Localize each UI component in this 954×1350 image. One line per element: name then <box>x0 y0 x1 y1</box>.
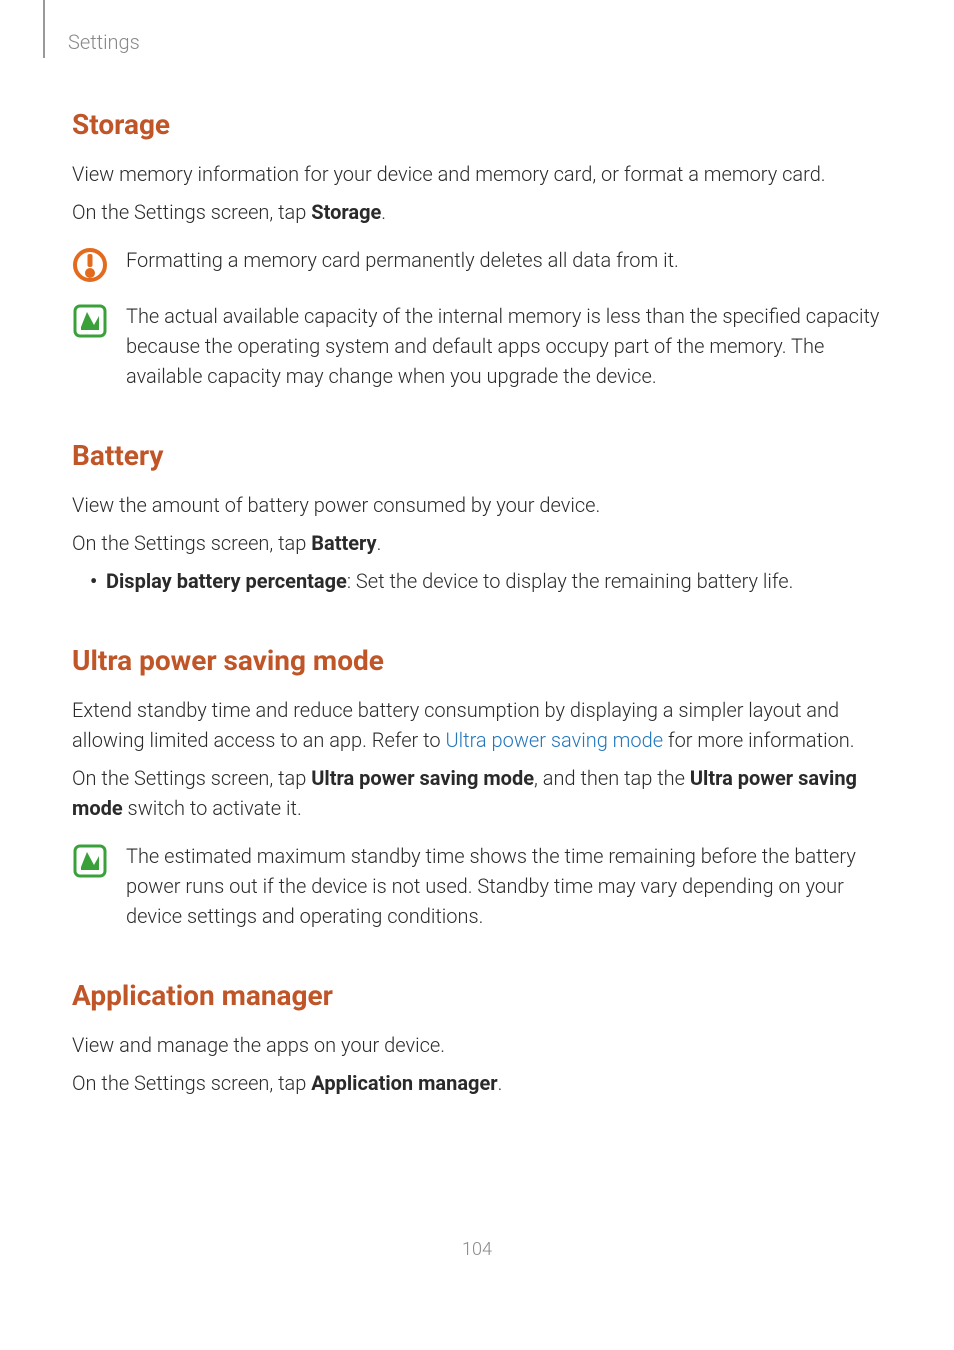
text: for more information. <box>663 728 854 752</box>
appmgr-desc: View and manage the apps on your device. <box>72 1030 882 1060</box>
battery-nav: On the Settings screen, tap Battery. <box>72 528 882 558</box>
appmgr-nav: On the Settings screen, tap Application … <box>72 1068 882 1098</box>
header-divider <box>43 0 45 58</box>
info-note: The actual available capacity of the int… <box>72 301 882 391</box>
bold-text: Ultra power saving mode <box>311 766 534 790</box>
text: , and then tap the <box>534 766 690 790</box>
storage-desc: View memory information for your device … <box>72 159 882 189</box>
info-note: The estimated maximum standby time shows… <box>72 841 882 931</box>
heading-ultra: Ultra power saving mode <box>72 644 882 677</box>
bold-text: Storage <box>311 200 381 224</box>
text: switch to activate it. <box>123 796 302 820</box>
bold-text: Battery <box>311 531 376 555</box>
info-icon <box>72 303 108 339</box>
page-content: Storage View memory information for your… <box>0 0 954 1098</box>
heading-battery: Battery <box>72 439 882 472</box>
bold-text: Application manager <box>311 1071 497 1095</box>
storage-nav: On the Settings screen, tap Storage. <box>72 197 882 227</box>
bold-text: Display battery percentage <box>106 569 347 593</box>
page-header: Settings <box>68 30 140 54</box>
text: . <box>377 531 382 555</box>
ultra-nav: On the Settings screen, tap Ultra power … <box>72 763 882 823</box>
link-ultra-power-saving[interactable]: Ultra power saving mode <box>446 728 664 752</box>
battery-list: Display battery percentage: Set the devi… <box>72 566 882 596</box>
caution-icon <box>72 247 108 283</box>
info-text: The actual available capacity of the int… <box>126 301 882 391</box>
list-item: Display battery percentage: Set the devi… <box>72 566 882 596</box>
heading-storage: Storage <box>72 108 882 141</box>
text: . <box>498 1071 503 1095</box>
text: On the Settings screen, tap <box>72 1071 311 1095</box>
caution-note: Formatting a memory card permanently del… <box>72 245 882 283</box>
text: On the Settings screen, tap <box>72 766 311 790</box>
info-icon <box>72 843 108 879</box>
text: . <box>381 200 386 224</box>
ultra-desc: Extend standby time and reduce battery c… <box>72 695 882 755</box>
info-text: The estimated maximum standby time shows… <box>126 841 882 931</box>
heading-appmgr: Application manager <box>72 979 882 1012</box>
caution-text: Formatting a memory card permanently del… <box>126 245 882 275</box>
text: On the Settings screen, tap <box>72 200 311 224</box>
text: : Set the device to display the remainin… <box>347 569 794 593</box>
text: On the Settings screen, tap <box>72 531 311 555</box>
page-number: 104 <box>0 1239 954 1260</box>
battery-desc: View the amount of battery power consume… <box>72 490 882 520</box>
